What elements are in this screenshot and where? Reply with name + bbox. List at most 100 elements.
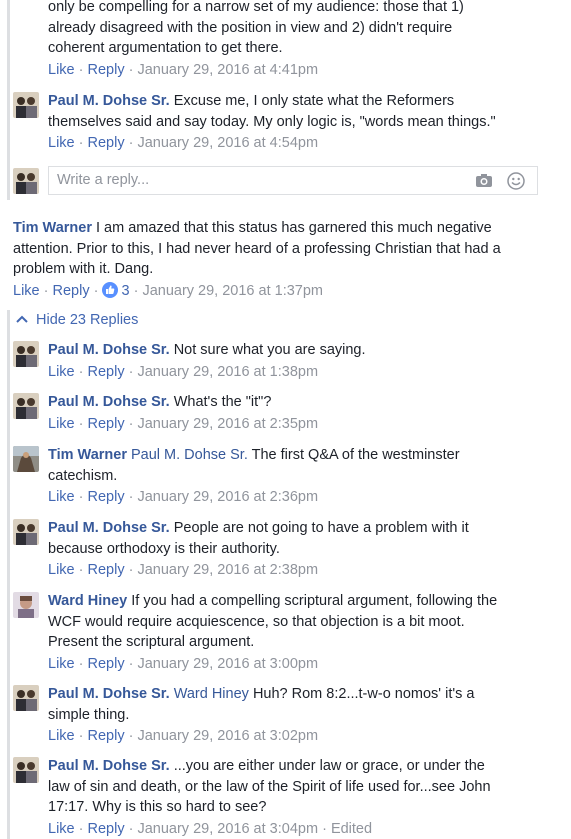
like-link[interactable]: Like: [48, 416, 75, 432]
comment: only be compelling for a narrow set of m…: [48, 0, 558, 80]
author-name[interactable]: Paul M. Dohse Sr.: [48, 758, 170, 774]
reply-link[interactable]: Reply: [88, 728, 125, 744]
avatar[interactable]: [13, 592, 39, 618]
like-link[interactable]: Like: [48, 135, 75, 151]
thread-line: [7, 0, 10, 200]
avatar[interactable]: [13, 393, 39, 419]
hide-replies-link[interactable]: Hide 23 Replies: [16, 311, 138, 328]
avatar[interactable]: [13, 519, 39, 545]
comment-text: If you had a compelling scriptural argum…: [131, 593, 498, 609]
camera-icon[interactable]: [475, 173, 493, 192]
comment-text: attention. Prior to this, I had never he…: [13, 240, 501, 257]
comment-text: What's the "it"?: [173, 394, 272, 410]
comment: Paul M. Dohse Sr. Not sure what you are …: [48, 340, 558, 382]
timestamp[interactable]: January 29, 2016 at 3:04pm: [137, 821, 318, 837]
comment-text: simple thing.: [48, 706, 130, 723]
author-name[interactable]: Paul M. Dohse Sr.: [48, 93, 170, 109]
comment-text: themselves said and say today. My only l…: [48, 113, 496, 130]
like-link[interactable]: Like: [48, 728, 75, 744]
avatar[interactable]: [13, 685, 39, 711]
thumbs-up-icon: [102, 281, 119, 298]
comment-text: Excuse me, I only state what the Reforme…: [173, 93, 455, 109]
edited-label[interactable]: Edited: [331, 821, 372, 837]
comment-text: Present the scriptural argument.: [48, 634, 255, 650]
like-link[interactable]: Like: [48, 562, 75, 578]
reply-link[interactable]: Reply: [88, 489, 125, 505]
comment-meta: Like · Reply · January 29, 2016 at 2:36p…: [48, 489, 319, 505]
comment-text: law of sin and death, or the law of the …: [48, 778, 491, 795]
comment-text: WCF would require acquiescence, so that …: [48, 613, 465, 630]
like-link[interactable]: Like: [48, 62, 75, 78]
comment: Tim Warner Paul M. Dohse Sr. The first Q…: [48, 445, 558, 507]
comment-text: ...you are either under law or grace, or…: [173, 758, 485, 774]
timestamp[interactable]: January 29, 2016 at 2:35pm: [137, 416, 318, 432]
avatar[interactable]: [13, 341, 39, 367]
mention-link[interactable]: Paul M. Dohse Sr.: [131, 447, 248, 463]
reply-link[interactable]: Reply: [88, 135, 125, 151]
like-link[interactable]: Like: [48, 656, 75, 672]
author-name[interactable]: Tim Warner: [13, 220, 92, 236]
comment: Paul M. Dohse Sr. People are not going t…: [48, 518, 558, 580]
timestamp[interactable]: January 29, 2016 at 3:00pm: [137, 656, 318, 672]
timestamp[interactable]: January 29, 2016 at 2:38pm: [137, 562, 318, 578]
reply-link[interactable]: Reply: [53, 283, 90, 299]
avatar[interactable]: [13, 446, 39, 472]
reply-link[interactable]: Reply: [88, 364, 125, 380]
avatar: [13, 168, 39, 194]
avatar[interactable]: [13, 92, 39, 118]
author-name[interactable]: Paul M. Dohse Sr.: [48, 342, 170, 358]
reply-link[interactable]: Reply: [88, 656, 125, 672]
comment-text: 17:17. Why is this so hard to see?: [48, 799, 267, 815]
like-link[interactable]: Like: [13, 283, 40, 299]
reply-link[interactable]: Reply: [88, 562, 125, 578]
comment-text: Not sure what you are saying.: [173, 342, 366, 358]
timestamp[interactable]: January 29, 2016 at 4:54pm: [137, 135, 318, 151]
reaction-count[interactable]: 3: [102, 281, 130, 299]
comment: Tim Warner I am amazed that this status …: [13, 218, 558, 301]
like-link[interactable]: Like: [48, 821, 75, 837]
author-name[interactable]: Ward Hiney: [48, 593, 127, 609]
reply-input[interactable]: Write a reply...: [48, 166, 538, 195]
comment-meta: Like · Reply · 3 · January 29, 2016 at 1…: [13, 281, 324, 299]
comment-text: People are not going to have a problem w…: [173, 520, 469, 536]
comment-text: catechism.: [48, 467, 118, 484]
comment-meta: Like · Reply · January 29, 2016 at 3:02p…: [48, 728, 319, 744]
smiley-icon[interactable]: [507, 172, 525, 194]
comment: Paul M. Dohse Sr. ...you are either unde…: [48, 756, 563, 839]
comment-meta: Like · Reply · January 29, 2016 at 3:04p…: [48, 820, 373, 837]
author-name[interactable]: Paul M. Dohse Sr.: [48, 520, 170, 536]
thread-line: [7, 310, 10, 839]
reply-placeholder: Write a reply...: [57, 172, 150, 188]
mention-link[interactable]: Ward Hiney: [174, 686, 249, 702]
like-link[interactable]: Like: [48, 489, 75, 505]
comment-meta: Like · Reply · January 29, 2016 at 2:38p…: [48, 562, 319, 578]
comment-text: The first Q&A of the westminster: [251, 447, 460, 463]
timestamp[interactable]: January 29, 2016 at 4:41pm: [137, 62, 318, 78]
timestamp[interactable]: January 29, 2016 at 2:36pm: [137, 489, 318, 505]
avatar[interactable]: [13, 757, 39, 783]
comment-text: because orthodoxy is their authority.: [48, 540, 280, 557]
comment: Paul M. Dohse Sr. Ward Hiney Huh? Rom 8:…: [48, 684, 558, 746]
timestamp[interactable]: January 29, 2016 at 1:37pm: [142, 283, 323, 299]
chevron-up-icon: [16, 311, 28, 327]
like-link[interactable]: Like: [48, 364, 75, 380]
comment-meta: Like · Reply · January 29, 2016 at 4:41p…: [48, 61, 319, 78]
comment-meta: Like · Reply · January 29, 2016 at 1:38p…: [48, 363, 319, 380]
timestamp[interactable]: January 29, 2016 at 1:38pm: [137, 364, 318, 380]
author-name[interactable]: Tim Warner: [48, 447, 127, 463]
timestamp[interactable]: January 29, 2016 at 3:02pm: [137, 728, 318, 744]
comment: Paul M. Dohse Sr. Excuse me, I only stat…: [48, 91, 558, 153]
comment: Ward Hiney If you had a compelling scrip…: [48, 591, 558, 674]
comment-meta: Like · Reply · January 29, 2016 at 3:00p…: [48, 655, 319, 672]
comment-text: I am amazed that this status has garnere…: [96, 220, 492, 236]
comment-text: problem with it. Dang.: [13, 261, 154, 277]
reply-link[interactable]: Reply: [88, 62, 125, 78]
comment-meta: Like · Reply · January 29, 2016 at 2:35p…: [48, 415, 319, 432]
reply-link[interactable]: Reply: [88, 821, 125, 837]
comment-text: Huh? Rom 8:2...t-w-o nomos' it's a: [252, 686, 475, 702]
author-name[interactable]: Paul M. Dohse Sr.: [48, 686, 170, 702]
reply-link[interactable]: Reply: [88, 416, 125, 432]
comment: Paul M. Dohse Sr. What's the "it"? Like …: [48, 392, 558, 434]
author-name[interactable]: Paul M. Dohse Sr.: [48, 394, 170, 410]
comment-meta: Like · Reply · January 29, 2016 at 4:54p…: [48, 135, 319, 151]
